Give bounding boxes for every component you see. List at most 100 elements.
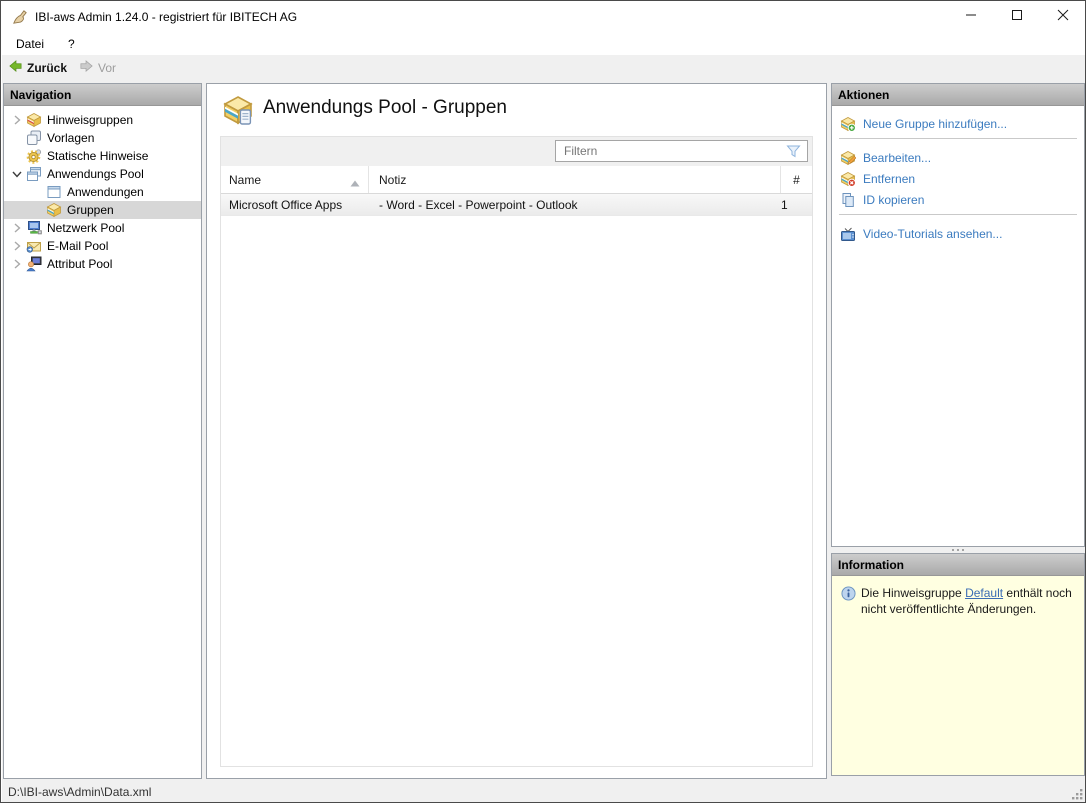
actions-separator bbox=[839, 214, 1077, 215]
tree-item-label: Gruppen bbox=[67, 203, 114, 217]
column-label: # bbox=[793, 173, 800, 187]
actions-panel: Aktionen Neue Gruppe hinzufügen... Bearbe… bbox=[831, 83, 1085, 547]
action-label: Entfernen bbox=[863, 172, 915, 186]
status-bar: D:\IBI-aws\Admin\Data.xml bbox=[2, 780, 1086, 803]
chevron-down-icon[interactable] bbox=[10, 167, 24, 181]
video-tutorials-icon bbox=[840, 226, 856, 242]
attribute-pool-icon bbox=[26, 256, 42, 272]
back-button[interactable]: Zurück bbox=[2, 57, 73, 79]
maximize-icon bbox=[1011, 9, 1023, 24]
sidebar-item-netzwerk-pool[interactable]: Netzwerk Pool bbox=[4, 219, 201, 237]
actions-header: Aktionen bbox=[832, 84, 1084, 106]
cell-name: Microsoft Office Apps bbox=[221, 198, 369, 212]
email-pool-icon bbox=[26, 238, 42, 254]
close-icon bbox=[1057, 9, 1069, 24]
tree-spacer bbox=[30, 203, 44, 217]
action-video-tutorials-ansehen[interactable]: Video-Tutorials ansehen... bbox=[832, 223, 1084, 244]
forward-label: Vor bbox=[98, 61, 116, 75]
filter-text-field[interactable] bbox=[556, 144, 786, 158]
navigation-header: Navigation bbox=[4, 84, 201, 106]
column-header-name[interactable]: Name bbox=[221, 166, 369, 193]
menu-item-help[interactable]: ? bbox=[58, 34, 85, 54]
data-file-path: D:\IBI-aws\Admin\Data.xml bbox=[8, 785, 151, 799]
window-title: IBI-aws Admin 1.24.0 - registriert für I… bbox=[35, 10, 297, 24]
menu-item-datei[interactable]: Datei bbox=[6, 34, 54, 54]
package-document-icon bbox=[222, 94, 254, 126]
sidebar-item-gruppen[interactable]: Gruppen bbox=[4, 201, 201, 219]
tree-item-label: E-Mail Pool bbox=[47, 239, 108, 253]
navigation-tree: Hinweisgruppen Vorlagen Statische Hinweise… bbox=[4, 106, 201, 273]
column-header-notiz[interactable]: Notiz bbox=[369, 166, 781, 193]
filter-icon[interactable] bbox=[786, 144, 801, 159]
table-header: Name Notiz # bbox=[221, 166, 812, 194]
action-neue-gruppe-hinzufügen[interactable]: Neue Gruppe hinzufügen... bbox=[832, 113, 1084, 134]
copy-icon bbox=[840, 192, 856, 208]
actions-separator bbox=[839, 138, 1077, 139]
tree-item-label: Anwendungen bbox=[67, 185, 144, 199]
filter-input[interactable] bbox=[555, 140, 808, 162]
network-pool-icon bbox=[26, 220, 42, 236]
minimize-button[interactable] bbox=[948, 1, 994, 32]
tree-item-label: Anwendungs Pool bbox=[47, 167, 144, 181]
action-id-kopieren[interactable]: ID kopieren bbox=[832, 189, 1084, 210]
app-window: IBI-aws Admin 1.24.0 - registriert für I… bbox=[0, 0, 1086, 803]
group-add-icon bbox=[840, 116, 856, 132]
toolbar: Zurück Vor bbox=[2, 55, 1086, 81]
information-body: Die Hinweisgruppe Default enthält noch n… bbox=[832, 576, 1084, 775]
content-panel: Anwendungs Pool - Gruppen Name Notiz # Mic… bbox=[206, 83, 827, 779]
action-label: Bearbeiten... bbox=[863, 151, 931, 165]
action-label: Video-Tutorials ansehen... bbox=[863, 227, 1002, 241]
column-label: Name bbox=[229, 173, 261, 187]
filter-bar bbox=[221, 137, 812, 166]
default-group-link[interactable]: Default bbox=[965, 586, 1003, 600]
menu-bar: Datei? bbox=[2, 32, 1086, 55]
maximize-button[interactable] bbox=[994, 1, 1040, 32]
action-bearbeiten[interactable]: Bearbeiten... bbox=[832, 147, 1084, 168]
application-pool-icon bbox=[26, 166, 42, 182]
sidebar-item-hinweisgruppen[interactable]: Hinweisgruppen bbox=[4, 111, 201, 129]
information-header: Information bbox=[832, 554, 1084, 576]
tree-spacer bbox=[10, 131, 24, 145]
table-row[interactable]: Microsoft Office Apps- Word - Excel - Po… bbox=[221, 194, 812, 216]
sidebar-item-anwendungs-pool[interactable]: Anwendungs Pool bbox=[4, 165, 201, 183]
chevron-right-icon[interactable] bbox=[10, 239, 24, 253]
info-icon bbox=[841, 586, 856, 601]
information-message: Die Hinweisgruppe Default enthält noch n… bbox=[861, 585, 1076, 617]
sidebar-item-attribut-pool[interactable]: Attribut Pool bbox=[4, 255, 201, 273]
page-title: Anwendungs Pool - Gruppen bbox=[263, 97, 507, 119]
action-label: Neue Gruppe hinzufügen... bbox=[863, 117, 1007, 131]
tree-item-label: Vorlagen bbox=[47, 131, 94, 145]
chevron-right-icon[interactable] bbox=[10, 257, 24, 271]
group-remove-icon bbox=[840, 171, 856, 187]
resize-grip-icon[interactable] bbox=[1070, 787, 1084, 801]
tree-item-label: Netzwerk Pool bbox=[47, 221, 124, 235]
sidebar-item-statische-hinweise[interactable]: Statische Hinweise bbox=[4, 147, 201, 165]
groups-list-container: Name Notiz # Microsoft Office Apps- Word -… bbox=[220, 136, 813, 767]
table-body: Microsoft Office Apps- Word - Excel - Po… bbox=[221, 194, 812, 216]
sidebar-item-vorlagen[interactable]: Vorlagen bbox=[4, 129, 201, 147]
forward-button[interactable]: Vor bbox=[73, 57, 122, 79]
sidebar-item-anwendungen[interactable]: Anwendungen bbox=[4, 183, 201, 201]
close-button[interactable] bbox=[1040, 1, 1086, 32]
templates-icon bbox=[26, 130, 42, 146]
action-entfernen[interactable]: Entfernen bbox=[832, 168, 1084, 189]
group-edit-icon bbox=[840, 150, 856, 166]
groups-icon bbox=[46, 202, 62, 218]
cell-count: 1 bbox=[781, 198, 812, 212]
column-header-count[interactable]: # bbox=[781, 166, 812, 193]
minimize-icon bbox=[965, 9, 977, 24]
static-notices-icon bbox=[26, 148, 42, 164]
applications-icon bbox=[46, 184, 62, 200]
tree-spacer bbox=[10, 149, 24, 163]
forward-icon bbox=[79, 59, 94, 77]
chevron-right-icon[interactable] bbox=[10, 113, 24, 127]
workspace: Navigation Hinweisgruppen Vorlagen Statisc… bbox=[2, 81, 1086, 780]
tree-spacer bbox=[30, 185, 44, 199]
tree-item-label: Statische Hinweise bbox=[47, 149, 148, 163]
app-icon bbox=[11, 8, 29, 26]
sort-asc-icon bbox=[350, 176, 360, 183]
info-text-before: Die Hinweisgruppe bbox=[861, 586, 965, 600]
chevron-right-icon[interactable] bbox=[10, 221, 24, 235]
back-label: Zurück bbox=[27, 61, 67, 75]
sidebar-item-e-mail-pool[interactable]: E-Mail Pool bbox=[4, 237, 201, 255]
